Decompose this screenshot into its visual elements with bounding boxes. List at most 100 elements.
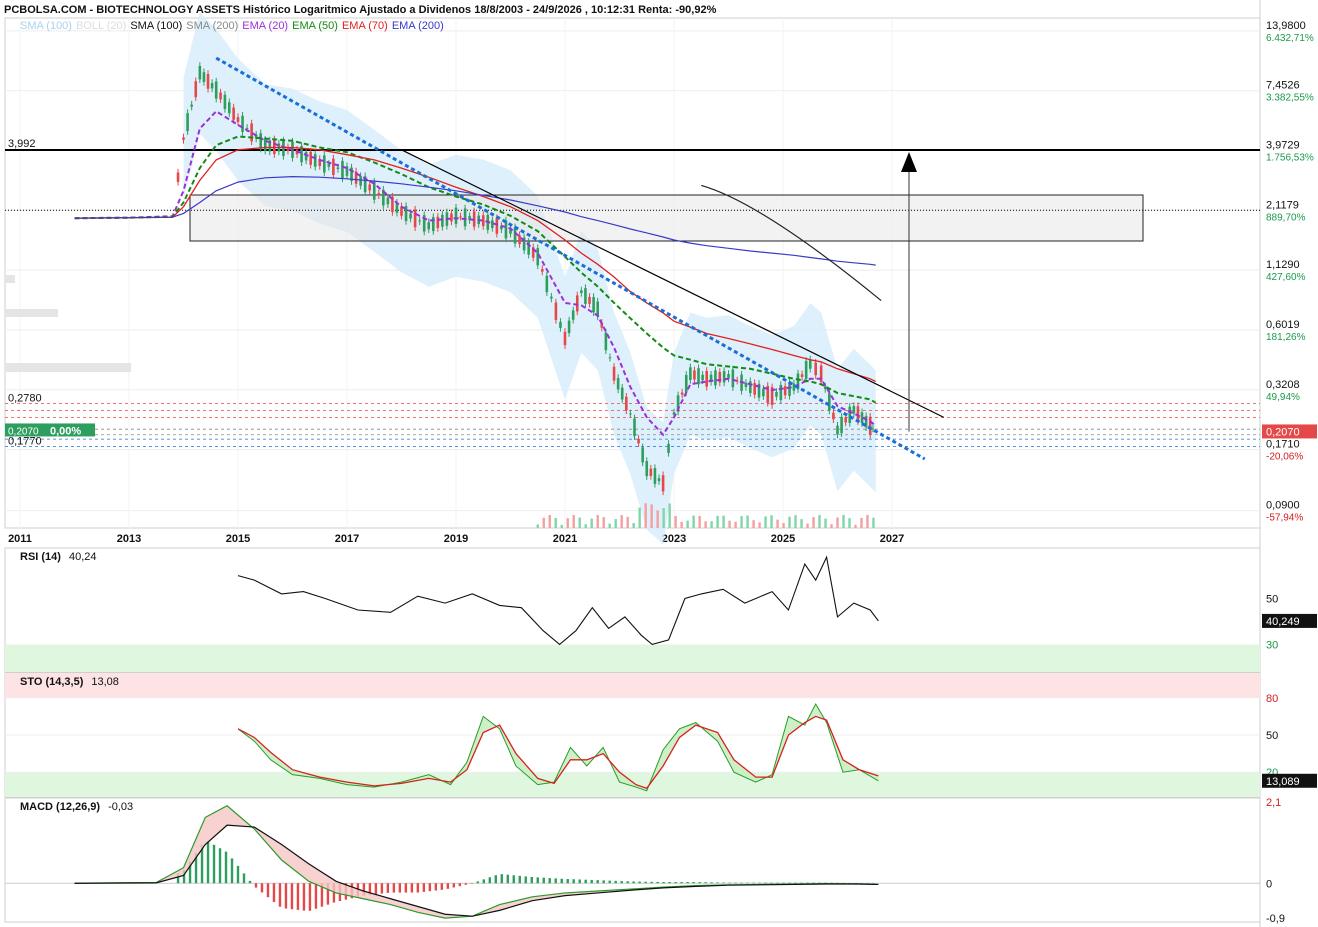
candle-body: [680, 392, 684, 395]
price-pct-label: 6.432,71%: [1266, 33, 1314, 44]
macd-histogram-bar: [284, 883, 288, 909]
volume-bar: [716, 515, 719, 528]
macd-histogram-bar: [758, 882, 761, 884]
macd-histogram-bar: [422, 883, 426, 892]
indicator-legend-item: EMA (70): [341, 20, 388, 32]
candle-body: [232, 107, 235, 120]
macd-histogram-bar: [236, 865, 240, 884]
volume-bar: [626, 516, 629, 528]
macd-histogram-bar: [506, 874, 509, 884]
price-pct-label: 889,70%: [1266, 212, 1306, 223]
macd-histogram-bar: [242, 873, 246, 884]
macd-histogram-bar: [722, 882, 725, 884]
volume-bar: [848, 518, 851, 528]
volume-bar: [746, 515, 749, 528]
volume-bar: [536, 524, 539, 528]
candle-body: [386, 197, 390, 205]
candle-body: [848, 406, 852, 423]
candle-body: [463, 208, 467, 227]
macd-histogram-bar: [440, 883, 444, 890]
candle-body: [775, 391, 778, 397]
candle-body: [259, 133, 263, 149]
left-marker-bar: [5, 363, 131, 372]
volume-bar: [698, 515, 701, 528]
rsi-oversold-zone: [5, 644, 1260, 672]
macd-histogram-bar: [626, 881, 629, 884]
volume-bar: [812, 517, 815, 528]
macd-histogram-bar: [290, 883, 294, 910]
macd-histogram-bar: [704, 882, 707, 884]
volume-bar: [692, 515, 695, 528]
candle-body: [554, 302, 558, 320]
volume-bar: [680, 521, 683, 528]
candle-body: [689, 367, 692, 380]
candle-body: [823, 386, 827, 390]
candle-body: [783, 386, 787, 396]
macd-label: MACD (12,26,9) -0,03: [20, 801, 133, 813]
macd-histogram-bar: [794, 882, 797, 884]
candle-body: [273, 139, 276, 155]
macd-histogram-bar: [638, 881, 641, 884]
indicator-legend-item: SMA (200): [186, 20, 239, 32]
volume-bar: [542, 517, 545, 528]
macd-histogram-bar: [260, 883, 264, 893]
macd-histogram-bar: [296, 883, 300, 910]
volume-bar: [620, 515, 623, 528]
macd-histogram-bar: [404, 883, 408, 893]
macd-histogram-bar: [800, 882, 803, 884]
macd-histogram-bar: [614, 880, 617, 884]
volume-bar: [590, 518, 593, 528]
candle-body: [731, 369, 735, 388]
candle-body: [753, 383, 756, 395]
macd-histogram-bar: [686, 882, 689, 884]
candle-body: [871, 428, 875, 430]
candle-body: [214, 81, 218, 99]
macd-histogram-bar: [224, 851, 228, 884]
macd-histogram-bar: [554, 878, 557, 884]
macd-tick-label: 0: [1266, 878, 1272, 890]
candle-body: [436, 216, 440, 229]
volume-bar: [662, 508, 665, 528]
macd-histogram-bar: [398, 883, 402, 893]
indicator-legend: SMA (100) BOLL (20) SMA (100) SMA (200) EMA …: [20, 20, 448, 32]
candle-body: [616, 377, 620, 390]
candle-body: [219, 92, 222, 100]
volume-bar: [668, 503, 671, 528]
rsi-value: 40,24: [68, 551, 97, 563]
macd-histogram-bar: [872, 883, 875, 884]
volume-bar: [752, 520, 755, 528]
candle-body: [454, 207, 458, 224]
candle-body: [620, 387, 624, 400]
candle-body: [427, 222, 431, 230]
volume-bar: [650, 504, 653, 528]
sto-current-value: 13,089: [1266, 776, 1300, 788]
volume-bar: [854, 524, 857, 528]
indicator-legend-item: SMA (100): [20, 20, 72, 32]
macd-histogram-bar: [380, 883, 384, 894]
candle-body: [545, 275, 549, 293]
volume-bar: [638, 507, 641, 528]
sto-name: STO (14,3,5): [20, 676, 84, 688]
volume-bar: [836, 517, 839, 528]
candle-body: [372, 181, 376, 200]
macd-histogram-bar: [770, 882, 773, 884]
left-marker-bar: [5, 309, 58, 317]
volume-bar: [776, 519, 779, 528]
candle-body: [580, 290, 583, 293]
level-label-high: 0,2780: [8, 392, 42, 404]
macd-histogram-bar: [566, 879, 569, 884]
candle-body: [459, 216, 462, 218]
candle-body: [705, 370, 708, 387]
macd-histogram-bar: [518, 875, 521, 884]
macd-histogram-bar: [764, 882, 767, 884]
macd-histogram-bar: [206, 841, 210, 884]
price-tick-label: 2,1179: [1266, 199, 1299, 211]
rsi-tick-label: 30: [1266, 639, 1278, 651]
candle-body: [513, 227, 517, 244]
candle-body: [377, 193, 381, 196]
candle-body: [332, 158, 335, 175]
macd-histogram-bar: [500, 874, 503, 884]
rsi-line: [237, 555, 879, 646]
rsi-current-value: 40,249: [1266, 616, 1300, 628]
macd-histogram-bar: [386, 883, 390, 893]
